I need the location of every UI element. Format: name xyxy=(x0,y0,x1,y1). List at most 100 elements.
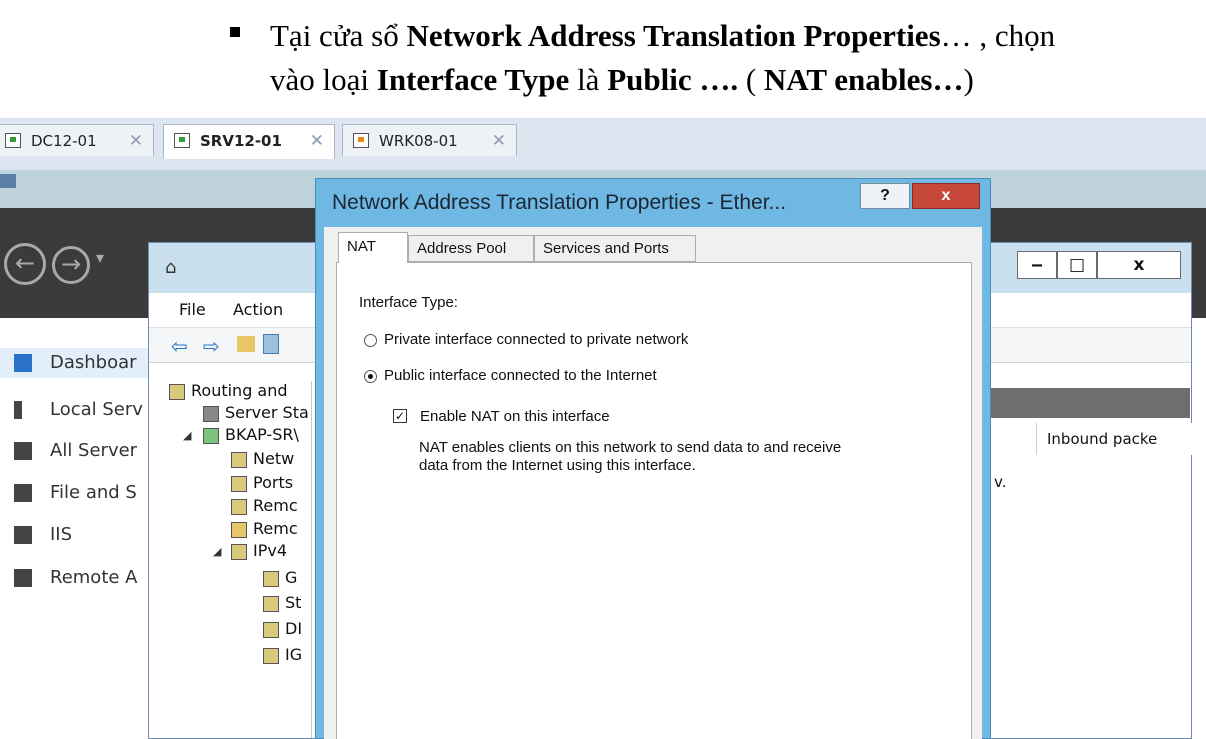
nav-item-iis[interactable]: IIS xyxy=(14,520,72,550)
dashboard-icon xyxy=(14,354,32,372)
tree-node-dhcp[interactable]: DI xyxy=(263,617,302,641)
up-folder-icon[interactable] xyxy=(237,336,255,352)
private-interface-radio[interactable] xyxy=(364,334,377,347)
details-header-bar xyxy=(990,388,1190,418)
nav-item-label: File and S xyxy=(50,482,137,503)
maximize-button[interactable]: □ xyxy=(1057,251,1097,279)
caption-line-1: Tại cửa sổ Network Address Translation P… xyxy=(270,14,1055,58)
tree-node-remote-clients[interactable]: Remc xyxy=(231,494,298,518)
nav-item-label: Local Serv xyxy=(50,399,143,420)
enable-nat-checkbox[interactable]: ✓ xyxy=(393,409,407,423)
vm-screen: DC12-01 ✕ SRV12-01 ✕ WRK08-01 ✕ ← → ▾ Da… xyxy=(0,118,1206,739)
column-header-inbound[interactable]: Inbound packe xyxy=(1036,423,1192,455)
nav-item-remote-access[interactable]: Remote A xyxy=(14,563,138,593)
caption-text-run: vào loại xyxy=(270,62,377,97)
server-status-icon xyxy=(203,405,219,422)
minimize-button[interactable]: ‒ xyxy=(1017,251,1057,279)
iis-icon xyxy=(14,526,32,544)
ports-icon xyxy=(231,475,247,492)
back-icon[interactable]: ⇦ xyxy=(171,334,188,358)
close-tab-icon[interactable]: ✕ xyxy=(492,125,506,157)
bullet-marker xyxy=(230,27,240,37)
nav-item-all-servers[interactable]: All Server xyxy=(14,436,137,466)
caption-text-run: Public …. xyxy=(607,62,739,97)
tree-node-static-routes[interactable]: St xyxy=(263,591,301,615)
tab-address-pool[interactable]: Address Pool xyxy=(408,235,534,262)
close-tab-icon[interactable]: ✕ xyxy=(310,125,324,157)
nav-item-file-storage[interactable]: File and S xyxy=(14,478,137,508)
caption-text-run: Interface Type xyxy=(376,62,570,97)
rras-app-icon: ⌂ xyxy=(165,257,177,278)
collapse-icon[interactable]: ◢ xyxy=(213,545,221,558)
dialog-body: NAT Address Pool Services and Ports Inte… xyxy=(324,227,982,739)
close-tab-icon[interactable]: ✕ xyxy=(129,125,143,157)
forward-icon[interactable]: ⇨ xyxy=(203,334,220,358)
file-storage-icon xyxy=(14,484,32,502)
nav-item-local-server[interactable]: Local Serv xyxy=(14,395,143,425)
tab-nat[interactable]: NAT xyxy=(338,232,408,263)
nav-item-label: Remote A xyxy=(50,567,138,588)
vm-tab-label: SRV12-01 xyxy=(200,132,282,150)
vm-tab-wrk08[interactable]: WRK08-01 ✕ xyxy=(342,124,517,156)
dialog-title: Network Address Translation Properties -… xyxy=(332,191,787,214)
local-server-icon xyxy=(14,401,22,419)
nat-description-line-1: NAT enables clients on this network to s… xyxy=(419,439,842,456)
dialog-close-button[interactable]: x xyxy=(912,183,980,209)
tree-node-general[interactable]: G xyxy=(263,566,297,590)
collapse-icon[interactable]: ◢ xyxy=(183,429,191,442)
private-interface-label[interactable]: Private interface connected to private n… xyxy=(384,331,688,348)
caption-text-run: Tại cửa sổ xyxy=(270,18,407,53)
nat-tab-panel: Interface Type: Private interface connec… xyxy=(336,262,972,739)
vm-tab-label: WRK08-01 xyxy=(379,132,458,150)
chevron-down-icon[interactable]: ▾ xyxy=(96,248,104,267)
tree-node-label: DI xyxy=(285,619,303,638)
show-tree-icon[interactable] xyxy=(263,334,279,354)
vm-tab-bar: DC12-01 ✕ SRV12-01 ✕ WRK08-01 ✕ xyxy=(0,118,1206,170)
tree-node-server[interactable]: BKAP-SR\ xyxy=(203,423,299,447)
tree-node-label: Netw xyxy=(253,449,295,468)
menu-action[interactable]: Action xyxy=(233,300,283,319)
tree-node-server-status[interactable]: Server Sta xyxy=(203,401,309,425)
vm-tab-label: DC12-01 xyxy=(31,132,97,150)
nat-description-line-2: data from the Internet using this interf… xyxy=(419,457,696,474)
menu-file[interactable]: File xyxy=(179,300,206,319)
caption-text-run: Network Address Translation Properties xyxy=(406,18,941,53)
vm-tab-dc12[interactable]: DC12-01 ✕ xyxy=(0,124,154,156)
public-interface-label[interactable]: Public interface connected to the Intern… xyxy=(384,367,657,384)
help-button[interactable]: ? xyxy=(860,183,910,209)
rras-tree: Routing and Server Sta ◢ BKAP-SR\ Netw P… xyxy=(161,379,312,738)
tree-node-label: St xyxy=(285,593,302,612)
vm-paused-icon xyxy=(353,133,369,148)
tree-node-label: BKAP-SR\ xyxy=(225,425,299,444)
tree-node-ipv4[interactable]: IPv4 xyxy=(231,539,287,563)
nat-description: NAT enables clients on this network to s… xyxy=(419,439,939,475)
enable-nat-label[interactable]: Enable NAT on this interface xyxy=(420,408,610,425)
server-manager-nav: Dashboar Local Serv All Server File and … xyxy=(0,318,160,739)
tree-node-ports[interactable]: Ports xyxy=(231,471,293,495)
vm-tab-srv12[interactable]: SRV12-01 ✕ xyxy=(163,124,335,159)
folder-icon xyxy=(231,521,247,538)
static-routes-icon xyxy=(263,595,279,612)
tree-node-label: Server Sta xyxy=(225,403,309,422)
server-icon xyxy=(203,427,219,444)
close-button[interactable]: x xyxy=(1097,251,1181,279)
forward-arrow-icon[interactable]: → xyxy=(52,246,90,284)
tab-services-ports[interactable]: Services and Ports xyxy=(534,235,696,262)
tree-node-label: G xyxy=(285,568,298,587)
tree-node-routing[interactable]: Routing and xyxy=(169,379,288,403)
caption-text-run: … , chọn xyxy=(940,18,1056,53)
tree-node-label: Remc xyxy=(253,519,298,538)
tree-node-network-interfaces[interactable]: Netw xyxy=(231,447,294,471)
nav-item-label: All Server xyxy=(50,440,138,461)
tree-node-igmp[interactable]: IG xyxy=(263,643,302,667)
vm-running-icon xyxy=(5,133,21,148)
details-text: v. xyxy=(994,473,1007,491)
tree-node-remote-policies[interactable]: Remc xyxy=(231,517,298,541)
public-interface-radio[interactable] xyxy=(364,370,377,383)
network-icon[interactable] xyxy=(0,174,16,188)
nav-item-dashboard[interactable]: Dashboar xyxy=(0,348,160,378)
tree-node-label: IG xyxy=(285,645,303,664)
tree-node-label: IPv4 xyxy=(253,541,288,560)
remote-clients-icon xyxy=(231,498,247,515)
back-arrow-icon[interactable]: ← xyxy=(4,243,46,285)
